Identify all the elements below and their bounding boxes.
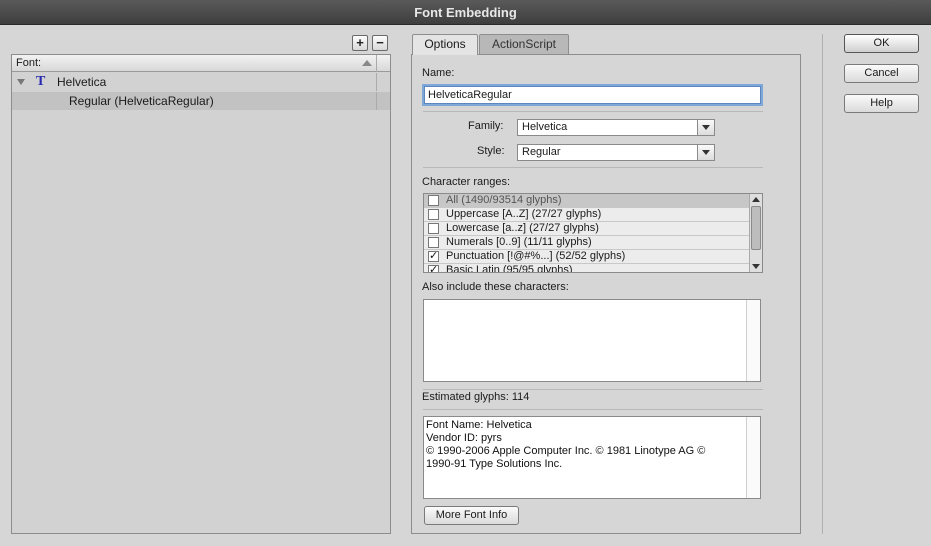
column-divider [376,73,377,91]
add-font-button[interactable]: + [352,35,368,51]
range-checkbox-checked[interactable]: ✓ [428,265,439,272]
range-item-lowercase[interactable]: Lowercase [a..z] (27/27 glyphs) [424,222,750,236]
ranges-scrollbar[interactable] [749,194,762,272]
more-font-info-button[interactable]: More Font Info [424,506,519,525]
divider [423,111,763,112]
textarea-scrollbar[interactable] [746,300,760,381]
font-family-name: Helvetica [57,75,107,89]
help-button[interactable]: Help [844,94,919,113]
range-checkbox-checked[interactable]: ✓ [428,251,439,262]
scroll-thumb[interactable] [751,206,761,250]
divider [423,389,763,390]
divider [423,409,763,410]
range-item-uppercase[interactable]: Uppercase [A..Z] (27/27 glyphs) [424,208,750,222]
range-label: Uppercase [A..Z] (27/27 glyphs) [446,208,602,220]
font-column-label: Font: [16,57,42,69]
range-item-all[interactable]: All (1490/93514 glyphs) [424,194,750,208]
style-select[interactable]: Regular [517,144,715,161]
divider [423,167,763,168]
column-divider [376,92,377,110]
font-info-scrollbar[interactable] [746,417,760,498]
chevron-down-icon [697,120,714,135]
font-style-row[interactable]: Regular (HelveticaRegular) [12,92,390,110]
sort-ascending-icon [362,60,372,66]
font-list-panel: Font: T Helvetica Regular (HelveticaRegu… [11,54,391,534]
character-ranges-list[interactable]: All (1490/93514 glyphs) Uppercase [A..Z]… [423,193,763,273]
cancel-button[interactable]: Cancel [844,64,919,83]
range-checkbox[interactable] [428,237,439,248]
range-item-numerals[interactable]: Numerals [0..9] (11/11 glyphs) [424,236,750,250]
style-label: Style: [477,145,505,157]
range-label: All (1490/93514 glyphs) [446,194,562,206]
window-title: Font Embedding [0,0,931,25]
font-info-text: Font Name: Helvetica Vendor ID: pyrs © 1… [426,419,706,470]
column-divider [376,55,377,72]
chevron-down-icon [697,145,714,160]
range-label: Punctuation [!@#%...] (52/52 glyphs) [446,250,626,262]
scroll-down-arrow-icon[interactable] [752,264,760,269]
family-select-value: Helvetica [522,121,568,133]
family-label: Family: [468,120,504,132]
tab-options[interactable]: Options [412,34,478,55]
also-include-label: Also include these characters: [422,281,569,293]
range-checkbox[interactable] [428,223,439,234]
scroll-up-arrow-icon[interactable] [752,197,760,202]
ok-button[interactable]: OK [844,34,919,53]
range-item-punctuation[interactable]: ✓ Punctuation [!@#%...] (52/52 glyphs) [424,250,750,264]
range-checkbox[interactable] [428,209,439,220]
family-select[interactable]: Helvetica [517,119,715,136]
disclosure-triangle-icon[interactable] [17,79,25,85]
name-label: Name: [422,67,455,79]
range-label: Lowercase [a..z] (27/27 glyphs) [446,222,599,234]
style-select-value: Regular [522,146,561,158]
font-style-name: Regular (HelveticaRegular) [69,94,214,108]
font-family-row[interactable]: T Helvetica [12,73,390,91]
font-column-header[interactable]: Font: [12,55,390,72]
truetype-font-icon: T [36,74,46,89]
options-panel: Name: HelveticaRegular Family: Helvetica… [411,54,801,534]
range-item-basic-latin[interactable]: ✓ Basic Latin (95/95 glyphs) [424,264,750,273]
remove-font-button[interactable]: − [372,35,388,51]
vertical-separator [822,34,823,534]
tab-actionscript[interactable]: ActionScript [479,34,569,54]
character-ranges-label: Character ranges: [422,176,511,188]
range-label: Basic Latin (95/95 glyphs) [446,264,573,273]
font-info-box: Font Name: Helvetica Vendor ID: pyrs © 1… [423,416,761,499]
name-field[interactable]: HelveticaRegular [424,86,761,104]
range-checkbox[interactable] [428,195,439,206]
estimated-glyphs-label: Estimated glyphs: 114 [422,391,530,403]
range-label: Numerals [0..9] (11/11 glyphs) [446,236,592,248]
also-include-textarea[interactable] [423,299,761,382]
